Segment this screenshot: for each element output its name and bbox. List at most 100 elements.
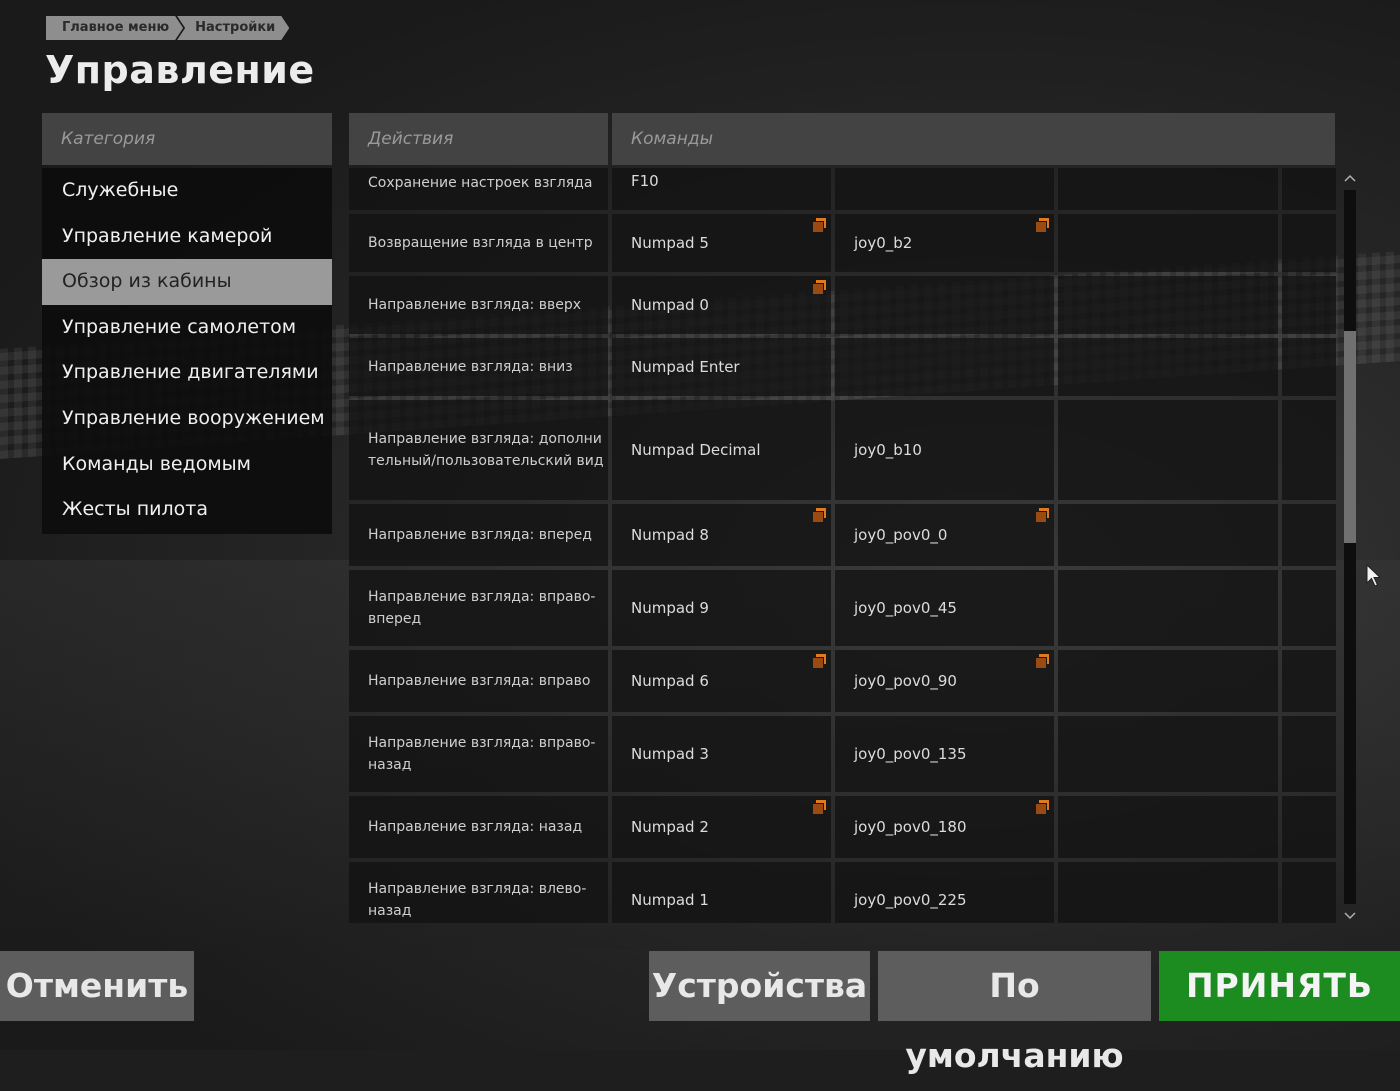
command-value: joy0_pov0_180: [854, 818, 967, 836]
command-value: Numpad 6: [631, 672, 709, 690]
command-slot-2[interactable]: joy0_pov0_180: [835, 796, 1054, 858]
command-slot-4[interactable]: [1282, 862, 1336, 923]
bindings-table: Сохранение настроек взгляда F10 Возвраще…: [349, 168, 1336, 923]
command-slot-2[interactable]: joy0_pov0_45: [835, 570, 1054, 646]
chevron-down-icon[interactable]: [1342, 908, 1358, 924]
binding-row: Возвращение взгляда в центр Numpad 5 joy…: [349, 214, 1336, 272]
command-slot-2[interactable]: joy0_pov0_135: [835, 716, 1054, 792]
command-value: Numpad 8: [631, 526, 709, 544]
category-list: Служебные Управление камерой Обзор из ка…: [42, 168, 332, 534]
category-item-wingman[interactable]: Команды ведомым: [42, 442, 332, 488]
binding-row: Направление взгляда: вправо-назад Numpad…: [349, 716, 1336, 792]
command-slot-3[interactable]: [1058, 716, 1278, 792]
command-slot-3[interactable]: [1058, 796, 1278, 858]
command-slot-1[interactable]: Numpad Enter: [612, 338, 831, 396]
category-item-aircraft[interactable]: Управление самолетом: [42, 305, 332, 351]
command-slot-3[interactable]: [1058, 504, 1278, 566]
category-item-cockpit-view[interactable]: Обзор из кабины: [42, 259, 332, 305]
command-slot-3[interactable]: [1058, 168, 1278, 210]
command-slot-1[interactable]: Numpad 3: [612, 716, 831, 792]
command-slot-2[interactable]: joy0_b2: [835, 214, 1054, 272]
bindings-scrollbar[interactable]: [1342, 168, 1358, 926]
command-slot-4[interactable]: [1282, 168, 1336, 210]
command-slot-1[interactable]: Numpad Decimal: [612, 400, 831, 500]
command-slot-2[interactable]: joy0_pov0_90: [835, 650, 1054, 712]
modified-binding-icon: [813, 280, 827, 294]
command-value: joy0_pov0_0: [854, 526, 948, 544]
action-label: Направление взгляда: вперед: [349, 504, 608, 566]
binding-row: Направление взгляда: назад Numpad 2 joy0…: [349, 796, 1336, 858]
command-slot-1[interactable]: Numpad 8: [612, 504, 831, 566]
command-slot-3[interactable]: [1058, 650, 1278, 712]
page-title: Управление: [45, 48, 315, 92]
accept-button[interactable]: ПРИНЯТЬ: [1159, 951, 1400, 1021]
action-label: Направление взгляда: вверх: [349, 276, 608, 334]
command-slot-1[interactable]: Numpad 9: [612, 570, 831, 646]
category-item-camera[interactable]: Управление камерой: [42, 214, 332, 260]
command-slot-3[interactable]: [1058, 214, 1278, 272]
command-slot-2[interactable]: joy0_b10: [835, 400, 1054, 500]
category-item-engines[interactable]: Управление двигателями: [42, 350, 332, 396]
command-slot-1[interactable]: Numpad 1: [612, 862, 831, 923]
binding-row: Направление взгляда: вниз Numpad Enter: [349, 338, 1336, 396]
command-slot-4[interactable]: [1282, 276, 1336, 334]
modified-binding-icon: [813, 508, 827, 522]
command-slot-4[interactable]: [1282, 570, 1336, 646]
action-label: Направление взгляда: вправо-вперед: [349, 570, 608, 646]
command-slot-4[interactable]: [1282, 214, 1336, 272]
breadcrumb-settings[interactable]: Настройки: [177, 16, 289, 40]
command-slot-3[interactable]: [1058, 338, 1278, 396]
command-slot-3[interactable]: [1058, 400, 1278, 500]
command-slot-1[interactable]: F10: [612, 168, 831, 210]
command-value: joy0_b2: [854, 234, 913, 252]
action-label: Возвращение взгляда в центр: [349, 214, 608, 272]
chevron-up-icon[interactable]: [1342, 170, 1358, 186]
cancel-button[interactable]: Отменить: [0, 951, 194, 1021]
command-slot-1[interactable]: Numpad 6: [612, 650, 831, 712]
modified-binding-icon: [1036, 654, 1050, 668]
actions-header: Действия: [349, 113, 608, 165]
binding-row: Направление взгляда: вверх Numpad 0: [349, 276, 1336, 334]
command-slot-1[interactable]: Numpad 0: [612, 276, 831, 334]
breadcrumb: Главное меню Настройки: [46, 16, 283, 40]
action-label: Направление взгляда: вниз: [349, 338, 608, 396]
category-item-weapons[interactable]: Управление вооружением: [42, 396, 332, 442]
command-slot-4[interactable]: [1282, 796, 1336, 858]
command-slot-4[interactable]: [1282, 716, 1336, 792]
category-item-service[interactable]: Служебные: [42, 168, 332, 214]
modified-binding-icon: [813, 218, 827, 232]
command-slot-1[interactable]: Numpad 5: [612, 214, 831, 272]
command-slot-3[interactable]: [1058, 862, 1278, 923]
action-label: Направление взгляда: влево-назад: [349, 862, 608, 923]
command-slot-2[interactable]: [835, 276, 1054, 334]
reset-defaults-button[interactable]: По умолчанию: [878, 951, 1151, 1075]
command-slot-2[interactable]: [835, 338, 1054, 396]
command-slot-3[interactable]: [1058, 570, 1278, 646]
command-slot-4[interactable]: [1282, 400, 1336, 500]
scroll-rail[interactable]: [1344, 190, 1356, 904]
devices-button[interactable]: Устройства: [649, 951, 870, 1021]
commands-header: Команды: [612, 113, 1335, 165]
command-value: Numpad 2: [631, 818, 709, 836]
binding-row: Направление взгляда: вперед Numpad 8 joy…: [349, 504, 1336, 566]
command-value: Numpad 5: [631, 234, 709, 252]
command-slot-1[interactable]: Numpad 2: [612, 796, 831, 858]
command-slot-4[interactable]: [1282, 504, 1336, 566]
modified-binding-icon: [1036, 800, 1050, 814]
action-label: Направление взгляда: назад: [349, 796, 608, 858]
command-slot-4[interactable]: [1282, 338, 1336, 396]
mouse-pointer-icon: [1366, 563, 1382, 588]
command-slot-2[interactable]: [835, 168, 1054, 210]
category-item-gestures[interactable]: Жесты пилота: [42, 487, 332, 533]
command-slot-2[interactable]: joy0_pov0_225: [835, 862, 1054, 923]
scroll-thumb[interactable]: [1344, 331, 1356, 543]
command-slot-4[interactable]: [1282, 650, 1336, 712]
breadcrumb-main-menu[interactable]: Главное меню: [46, 16, 183, 40]
command-value: Numpad 0: [631, 296, 709, 314]
command-slot-3[interactable]: [1058, 276, 1278, 334]
action-label: Направление взгляда: вправо-назад: [349, 716, 608, 792]
modified-binding-icon: [1036, 218, 1050, 232]
command-slot-2[interactable]: joy0_pov0_0: [835, 504, 1054, 566]
action-label: Направление взгляда: дополнительный/поль…: [349, 400, 608, 500]
modified-binding-icon: [813, 800, 827, 814]
